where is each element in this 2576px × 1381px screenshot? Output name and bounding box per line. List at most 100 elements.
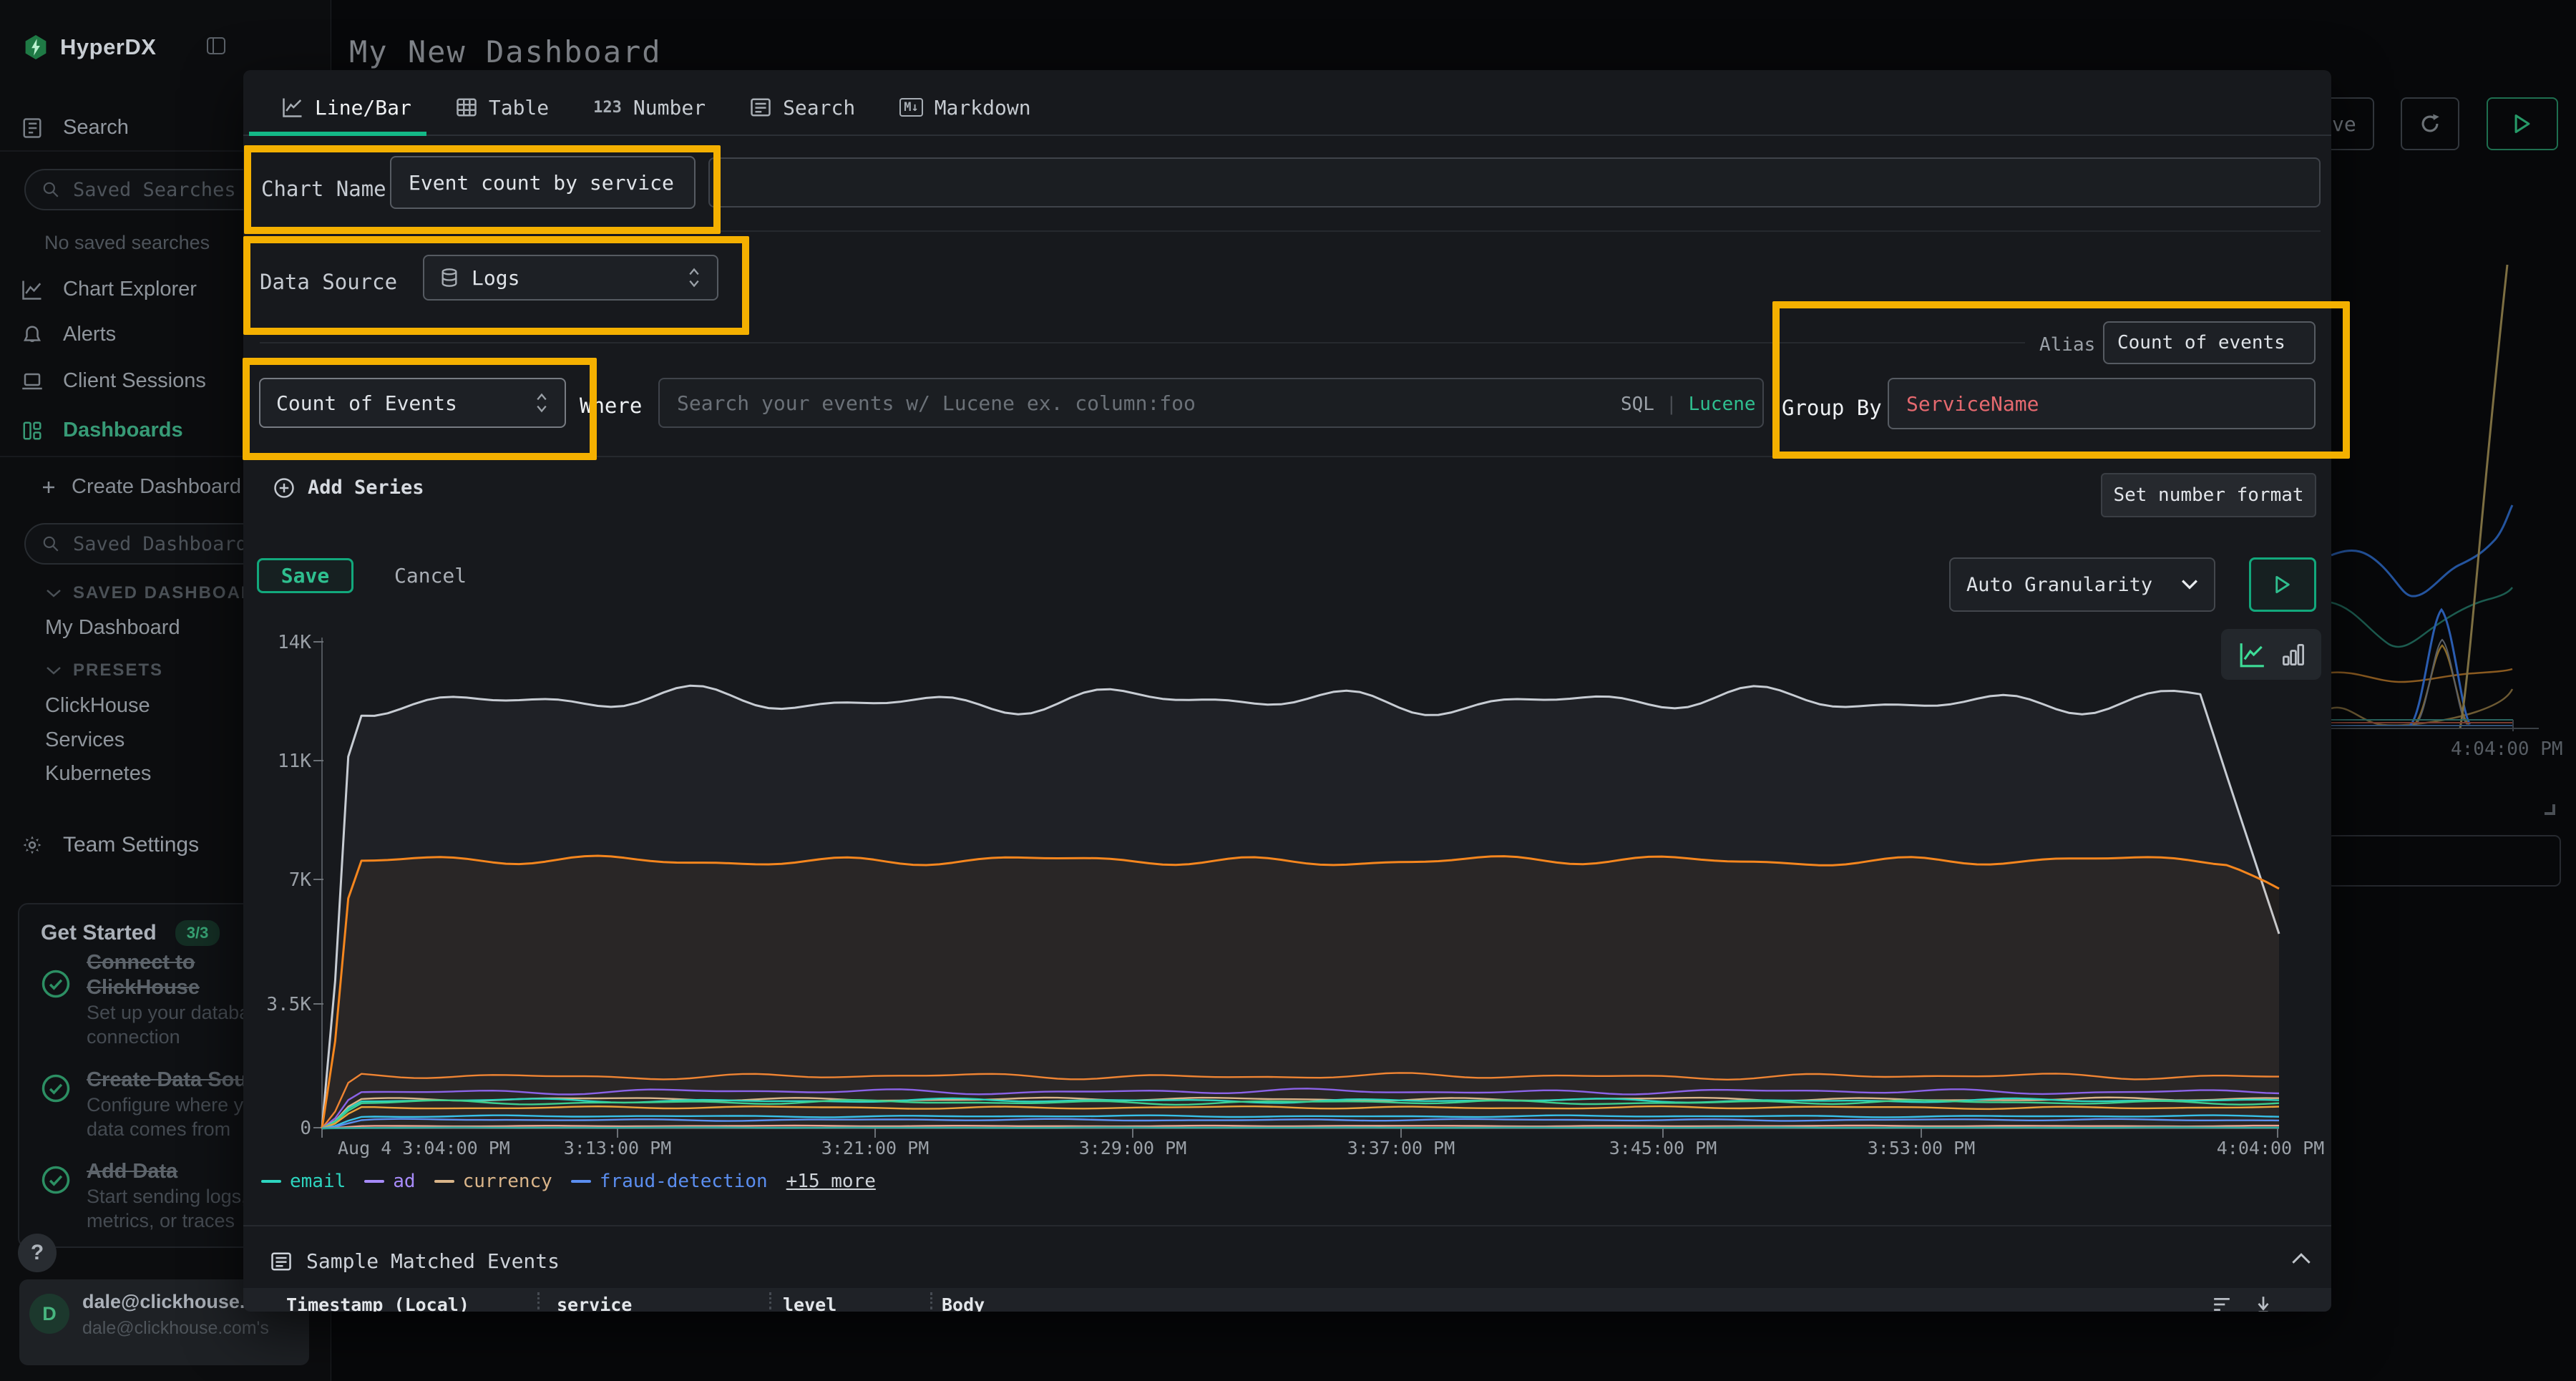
column-header-timestamp[interactable]: Timestamp (Local) [286,1294,469,1312]
table-icon [456,97,477,118]
lang-lucene[interactable]: Lucene [1689,394,1756,415]
page-title: My New Dashboard [349,34,662,69]
legend-item-currency[interactable]: currency [434,1171,552,1192]
sidebar-item-search[interactable]: Search [21,116,129,140]
divider [260,342,2025,343]
run-chart-button[interactable] [2249,557,2316,612]
brand-name: HyperDX [60,34,156,60]
set-number-format-button[interactable]: Set number format [2101,473,2316,517]
lang-separator: | [1666,394,1677,415]
y-tick: 0 [243,1118,311,1139]
check-circle-icon [41,1073,71,1103]
tile-resize-handle[interactable] [2545,804,2554,814]
x-tick: 4:04:00 PM [2217,1138,2325,1158]
legend-item-fraud-detection[interactable]: fraud-detection [571,1171,768,1192]
create-dashboard-button[interactable]: Create Dashboard [40,475,241,499]
x-tick: 3:13:00 PM [564,1138,672,1158]
user-email: dale@clickhouse.c [82,1291,255,1313]
chevron-down-icon [46,588,62,598]
cancel-button[interactable]: Cancel [394,564,467,587]
add-series-button[interactable]: Add Series [273,477,424,499]
chart-name-extension-box[interactable] [708,157,2321,208]
sidebar-item-label: Client Sessions [63,369,206,393]
annotation-data-source [243,236,749,335]
save-button[interactable]: Save [257,558,353,593]
sort-lines-icon[interactable] [2212,1297,2231,1312]
x-tick: 3:29:00 PM [1079,1138,1187,1158]
legend-item-email[interactable]: email [261,1171,346,1192]
run-query-button[interactable] [2487,97,2558,150]
create-dashboard-label: Create Dashboard [72,475,241,499]
x-tick: 3:21:00 PM [821,1138,930,1158]
granularity-select[interactable]: Auto Granularity [1949,557,2215,612]
tab-markdown[interactable]: M↓ Markdown [899,96,1030,119]
plus-icon [40,479,57,496]
refresh-icon [2418,112,2442,136]
sidebar-item-alerts[interactable]: Alerts [21,323,116,346]
lang-sql[interactable]: SQL [1621,394,1654,415]
column-header-body[interactable]: Body [942,1294,985,1312]
sidebar-item-chart-explorer[interactable]: Chart Explorer [21,278,197,301]
sidebar-item-my-dashboard[interactable]: My Dashboard [45,616,180,640]
divider [243,1225,2331,1226]
check-circle-icon [41,1165,71,1195]
background-tile-empty [2327,836,2560,886]
sidebar-item-dashboards[interactable]: Dashboards [21,419,183,442]
sidebar-item-label: Chart Explorer [63,278,197,301]
y-tick: 14K [243,632,311,653]
tab-search[interactable]: Search [750,96,855,119]
column-header-service[interactable]: service [557,1294,632,1312]
sidebar-item-clickhouse[interactable]: ClickHouse [45,694,150,718]
legend-item-ad[interactable]: ad [364,1171,415,1192]
collapse-sidebar-icon[interactable] [207,37,225,54]
y-tick: 11K [243,751,311,772]
tab-table[interactable]: Table [456,96,549,119]
sidebar-item-client-sessions[interactable]: Client Sessions [21,369,206,393]
annotation-aggregation [243,358,597,460]
legend-more-link[interactable]: +15 more [786,1171,876,1192]
column-header-level[interactable]: level [783,1294,836,1312]
y-tick: 3.5K [243,994,311,1015]
number-123-icon: 123 [593,99,622,117]
play-icon [2513,114,2532,134]
background-tile-chart [2326,208,2576,894]
x-tick: 3:45:00 PM [1609,1138,1717,1158]
markdown-icon: M↓ [899,98,922,117]
annotation-chart-name [244,145,721,234]
search-logs-icon [21,117,43,139]
active-tab-indicator [249,132,426,136]
collapse-section-icon[interactable] [2291,1252,2311,1265]
download-arrow-icon[interactable] [2255,1295,2271,1312]
main-chart[interactable] [243,623,2331,1216]
sidebar-item-services[interactable]: Services [45,728,125,752]
query-language-toggle: SQL | Lucene [1621,394,1756,415]
chevron-down-icon [46,665,62,675]
section-presets[interactable]: PRESETS [46,660,163,680]
tab-number[interactable]: 123 Number [593,96,706,119]
where-input[interactable] [658,378,1764,428]
brand[interactable]: HyperDX [24,34,156,60]
search-icon [42,180,60,199]
check-circle-icon [41,969,71,999]
tabs-underline [243,135,2331,136]
sample-events-header[interactable]: Sample Matched Events [270,1249,560,1273]
y-tick: 7K [243,869,311,891]
x-tick: Aug 4 3:04:00 PM [338,1138,510,1158]
help-button[interactable]: ? [18,1234,57,1272]
refresh-button[interactable] [2401,97,2459,150]
sidebar-item-label: Alerts [63,323,116,346]
sidebar-item-kubernetes[interactable]: Kubernetes [45,762,151,786]
tab-line-bar[interactable]: Line/Bar [282,96,411,119]
no-saved-searches-text: No saved searches [44,232,210,254]
team-settings-label: Team Settings [63,833,199,857]
chart-legend: email ad currency fraud-detection +15 mo… [261,1171,876,1192]
search-icon [42,535,60,553]
get-started-badge: 3/3 [175,920,220,946]
avatar: D [29,1294,69,1334]
plus-circle-icon [273,477,295,499]
x-tick: 3:37:00 PM [1347,1138,1455,1158]
chevron-down-icon [2181,579,2198,590]
x-tick: 3:53:00 PM [1868,1138,1976,1158]
chart-explorer-icon [21,279,43,301]
sidebar-item-team-settings[interactable]: Team Settings [21,833,199,857]
